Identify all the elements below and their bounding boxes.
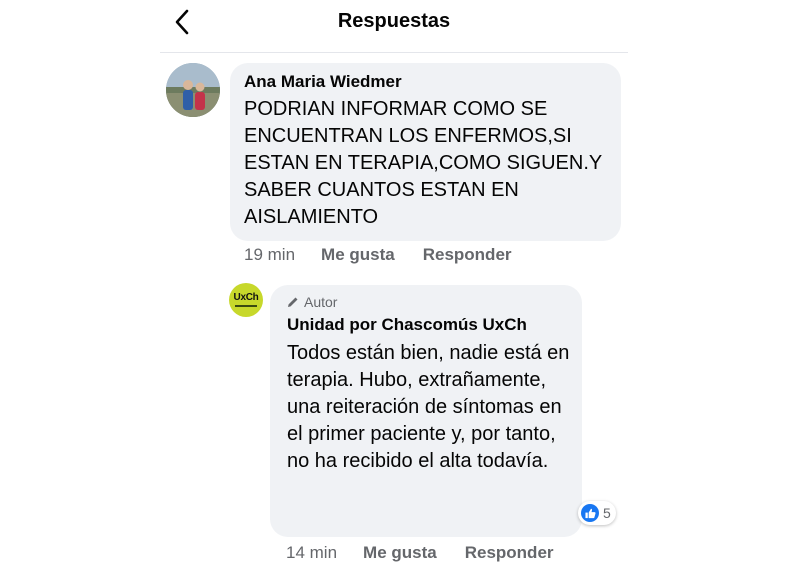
like-reaction-icon: [581, 504, 599, 522]
reply-link[interactable]: Responder: [465, 543, 554, 563]
reply-link[interactable]: Responder: [423, 245, 512, 265]
reaction-summary[interactable]: 5: [578, 501, 616, 525]
like-link[interactable]: Me gusta: [321, 245, 395, 265]
reply-actions: 14 min Me gusta Responder: [286, 543, 554, 563]
pencil-icon: [288, 297, 298, 307]
reply-text: Todos están bien, nadie está en terapia.…: [287, 342, 570, 472]
top-bar: Respuestas: [160, 0, 628, 53]
reply-author[interactable]: Unidad por Chascomús UxCh: [287, 315, 527, 335]
reaction-count: 5: [603, 505, 611, 521]
avatar[interactable]: [166, 63, 220, 117]
comment-bubble: Ana Maria Wiedmer PODRIAN INFORMAR COMO …: [230, 63, 621, 241]
comment-text: PODRIAN INFORMAR COMO SE ENCUENTRAN LOS …: [244, 98, 602, 228]
author-badge-label: Autor: [304, 294, 338, 310]
uxch-logo: UxCh: [233, 292, 259, 303]
comment-author[interactable]: Ana Maria Wiedmer: [244, 72, 402, 92]
like-link[interactable]: Me gusta: [363, 543, 437, 563]
page-avatar[interactable]: UxCh: [229, 283, 263, 317]
reply-bubble: Autor Unidad por Chascomús UxCh Todos es…: [270, 285, 582, 537]
page-title: Respuestas: [337, 10, 451, 32]
comment-actions: 19 min Me gusta Responder: [244, 245, 512, 265]
comment-time[interactable]: 19 min: [244, 245, 295, 265]
author-badge: Autor: [287, 294, 337, 310]
logo-underline: [235, 305, 257, 307]
profile-photo: [166, 63, 220, 117]
reply-time[interactable]: 14 min: [286, 543, 337, 563]
